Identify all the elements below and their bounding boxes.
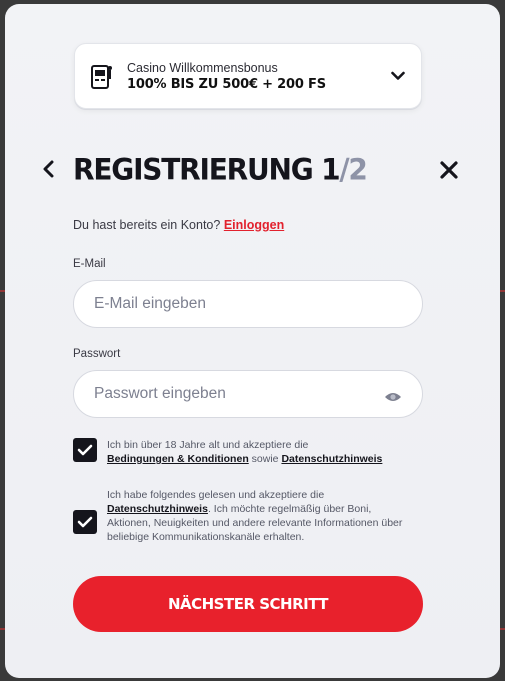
slot-machine-icon	[89, 61, 115, 91]
email-label: E-Mail	[73, 258, 106, 270]
age-consent-row: Ich bin über 18 Jahre alt und akzeptiere…	[73, 438, 427, 466]
bonus-subtitle: Casino Willkommensbonus	[127, 60, 278, 75]
age-consent-text: Ich bin über 18 Jahre alt und akzeptiere…	[107, 439, 309, 451]
next-step-button[interactable]: NÄCHSTER SCHRITT	[73, 576, 423, 632]
close-icon[interactable]	[437, 158, 461, 182]
page-title: REGISTRIERUNG 1/2	[73, 152, 368, 187]
password-field-wrapper	[73, 370, 423, 418]
email-field[interactable]	[94, 295, 402, 313]
marketing-consent-row: Ich habe folgendes gelesen und akzeptier…	[73, 488, 417, 544]
marketing-privacy-link[interactable]: Datenschutzhinweis	[107, 503, 208, 515]
bonus-title: 100% BIS ZU 500€ + 200 FS	[127, 76, 326, 92]
marketing-consent-text-1: Ich habe folgendes gelesen und akzeptier…	[107, 489, 325, 501]
back-arrow-icon[interactable]	[38, 157, 58, 181]
login-prompt: Du hast bereits ein Konto? Einloggen	[73, 218, 284, 232]
welcome-bonus-dropdown[interactable]: Casino Willkommensbonus 100% BIS ZU 500€…	[74, 43, 422, 109]
email-field-wrapper	[73, 280, 423, 328]
terms-link[interactable]: Bedingungen & Konditionen	[107, 453, 249, 465]
password-label: Passwort	[73, 348, 121, 360]
title-step: REGISTRIERUNG 1	[73, 152, 341, 187]
chevron-down-icon[interactable]	[389, 67, 407, 85]
age-consent-conjunction: sowie	[251, 453, 279, 465]
login-link[interactable]: Einloggen	[224, 218, 284, 232]
password-field[interactable]	[94, 385, 384, 403]
age-consent-checkbox[interactable]	[73, 438, 97, 462]
marketing-consent-checkbox[interactable]	[73, 510, 97, 534]
privacy-link[interactable]: Datenschutzhinweis	[281, 453, 382, 465]
show-password-eye-icon[interactable]	[384, 388, 402, 401]
login-question: Du hast bereits ein Konto?	[73, 218, 221, 232]
title-total: /2	[339, 152, 368, 187]
